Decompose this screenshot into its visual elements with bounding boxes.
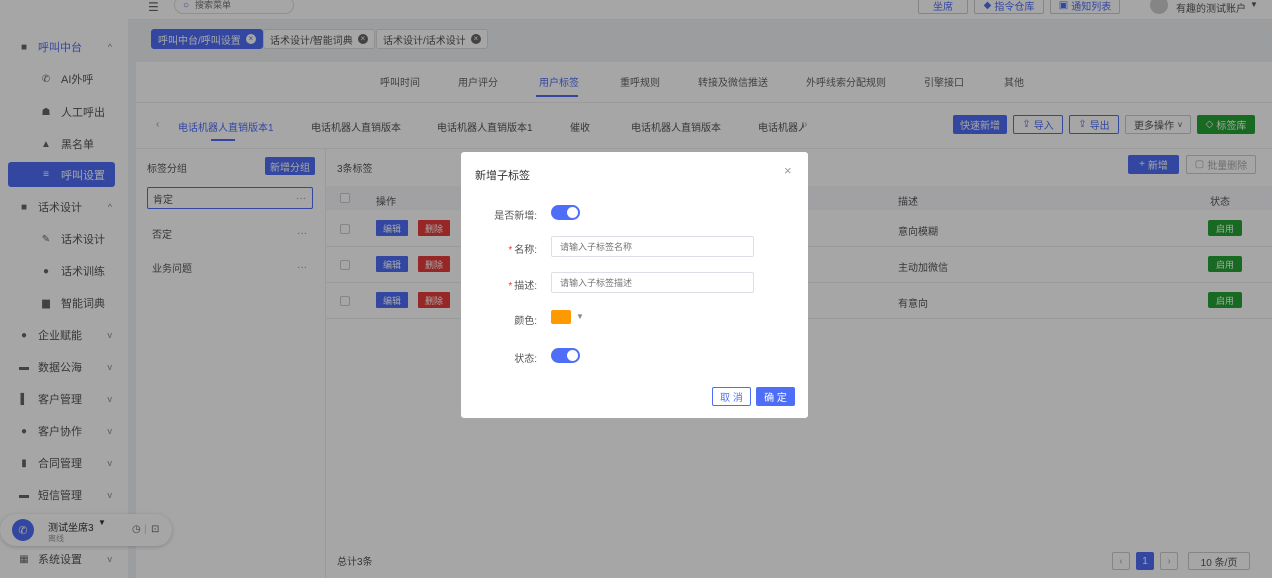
is-new-toggle[interactable] (551, 205, 580, 220)
desc-input[interactable] (551, 272, 754, 293)
is-new-label: 是否新增: (494, 211, 537, 222)
color-picker[interactable] (551, 310, 571, 324)
close-icon[interactable]: × (784, 163, 792, 178)
dialog-title: 新增子标签 (475, 170, 530, 182)
name-label: * 名称: (477, 241, 537, 256)
caret-down-icon[interactable]: ▼ (576, 312, 584, 321)
color-label: 颜色: (514, 316, 537, 327)
required-mark: * (508, 281, 513, 292)
name-label-text: 名称: (514, 245, 537, 256)
desc-label-text: 描述: (514, 281, 537, 292)
required-mark: * (508, 245, 513, 256)
name-input[interactable] (551, 236, 754, 257)
status-toggle[interactable] (551, 348, 580, 363)
desc-label: * 描述: (477, 277, 537, 292)
cancel-button[interactable]: 取 消 (712, 387, 751, 406)
confirm-button[interactable]: 确 定 (756, 387, 795, 406)
add-subtag-dialog: 新增子标签 × 是否新增: *名称: *描述: 颜色: ▼ 状态: 取 消 确 … (461, 152, 808, 418)
status-label: 状态: (514, 354, 537, 365)
